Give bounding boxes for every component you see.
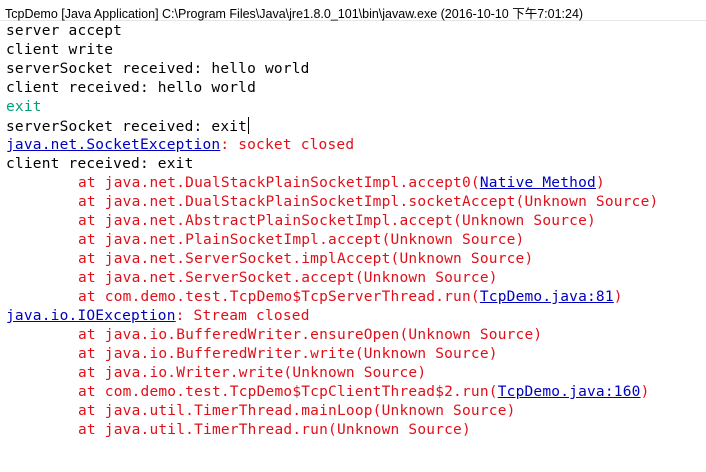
console-text: at java.util.TimerThread.run(Unknown Sou…: [78, 422, 471, 438]
console-text: : socket closed: [220, 137, 355, 153]
console-text: exit: [6, 99, 42, 115]
console-line-stdout: client received: hello world: [6, 79, 256, 98]
console-line-stdin: exit: [6, 98, 42, 117]
stack-trace-link[interactable]: Native Method: [480, 175, 596, 191]
stack-trace-link[interactable]: java.net.SocketException: [6, 137, 220, 153]
console-line-stderr: java.net.SocketException: socket closed: [6, 136, 354, 155]
console-line-stderr: at java.net.ServerSocket.implAccept(Unkn…: [6, 250, 533, 269]
console-line-stdout: client write: [6, 41, 113, 60]
console-text: at java.net.DualStackPlainSocketImpl.acc…: [78, 175, 480, 191]
console-text: client write: [6, 42, 114, 58]
stack-trace-link[interactable]: TcpDemo.java:81: [480, 289, 614, 305]
console-text: at java.io.BufferedWriter.write(Unknown …: [78, 346, 498, 362]
console-line-stderr: at java.util.TimerThread.run(Unknown Sou…: [6, 421, 471, 440]
console-text: at com.demo.test.TcpDemo$TcpClientThread…: [78, 384, 498, 400]
text-caret: [248, 117, 250, 134]
console-text: ): [595, 175, 605, 191]
console-text: client received: exit: [6, 156, 194, 172]
console-line-stderr: java.io.IOException: Stream closed: [6, 307, 310, 326]
console-line-stdout: serverSocket received: hello world: [6, 60, 310, 79]
console-text: client received: hello world: [6, 80, 257, 96]
console-line-stderr: at java.io.BufferedWriter.ensureOpen(Unk…: [6, 326, 542, 345]
console-text: at java.net.ServerSocket.implAccept(Unkn…: [78, 251, 534, 267]
console-line-stderr: at java.util.TimerThread.mainLoop(Unknow…: [6, 402, 516, 421]
console-line-stderr: at java.net.PlainSocketImpl.accept(Unkno…: [6, 231, 525, 250]
console-output[interactable]: server accept client write serverSocket re…: [0, 21, 706, 472]
console-title-bar: TcpDemo [Java Application] C:\Program Fi…: [0, 0, 706, 21]
console-line-stderr: at java.io.Writer.write(Unknown Source): [6, 364, 426, 383]
console-text: ): [640, 384, 650, 400]
console-line-stdout: server accept: [6, 22, 122, 41]
console-text: at java.util.TimerThread.mainLoop(Unknow…: [78, 403, 516, 419]
console-text: : Stream closed: [175, 308, 310, 324]
console-line-stdout: client received: exit: [6, 155, 194, 174]
console-text: at java.io.Writer.write(Unknown Source): [78, 365, 427, 381]
console-text: at java.net.DualStackPlainSocketImpl.soc…: [78, 194, 659, 210]
stack-trace-link[interactable]: TcpDemo.java:160: [498, 384, 641, 400]
console-text: serverSocket received: exit: [6, 119, 248, 135]
stack-trace-link[interactable]: java.io.IOException: [6, 308, 176, 324]
console-text: at java.net.AbstractPlainSocketImpl.acce…: [78, 213, 596, 229]
console-text: at java.net.ServerSocket.accept(Unknown …: [78, 270, 498, 286]
console-text: server accept: [6, 23, 123, 39]
console-line-stderr: at java.net.DualStackPlainSocketImpl.acc…: [6, 174, 605, 193]
console-text: at com.demo.test.TcpDemo$TcpServerThread…: [78, 289, 480, 305]
console-line-stderr: at java.net.AbstractPlainSocketImpl.acce…: [6, 212, 596, 231]
console-line-stderr: at com.demo.test.TcpDemo$TcpClientThread…: [6, 383, 650, 402]
console-line-stderr: at java.net.ServerSocket.accept(Unknown …: [6, 269, 498, 288]
console-text: at java.net.PlainSocketImpl.accept(Unkno…: [78, 232, 525, 248]
console-line-stderr: at com.demo.test.TcpDemo$TcpServerThread…: [6, 288, 623, 307]
console-line-stderr: at java.io.BufferedWriter.write(Unknown …: [6, 345, 498, 364]
console-line-stdout: serverSocket received: exit: [6, 117, 250, 136]
console-text: at java.io.BufferedWriter.ensureOpen(Unk…: [78, 327, 543, 343]
console-text: ): [613, 289, 623, 305]
console-title: TcpDemo [Java Application] C:\Program Fi…: [5, 7, 584, 21]
console-line-stderr: at java.net.DualStackPlainSocketImpl.soc…: [6, 193, 658, 212]
console-text: serverSocket received: hello world: [6, 61, 310, 77]
